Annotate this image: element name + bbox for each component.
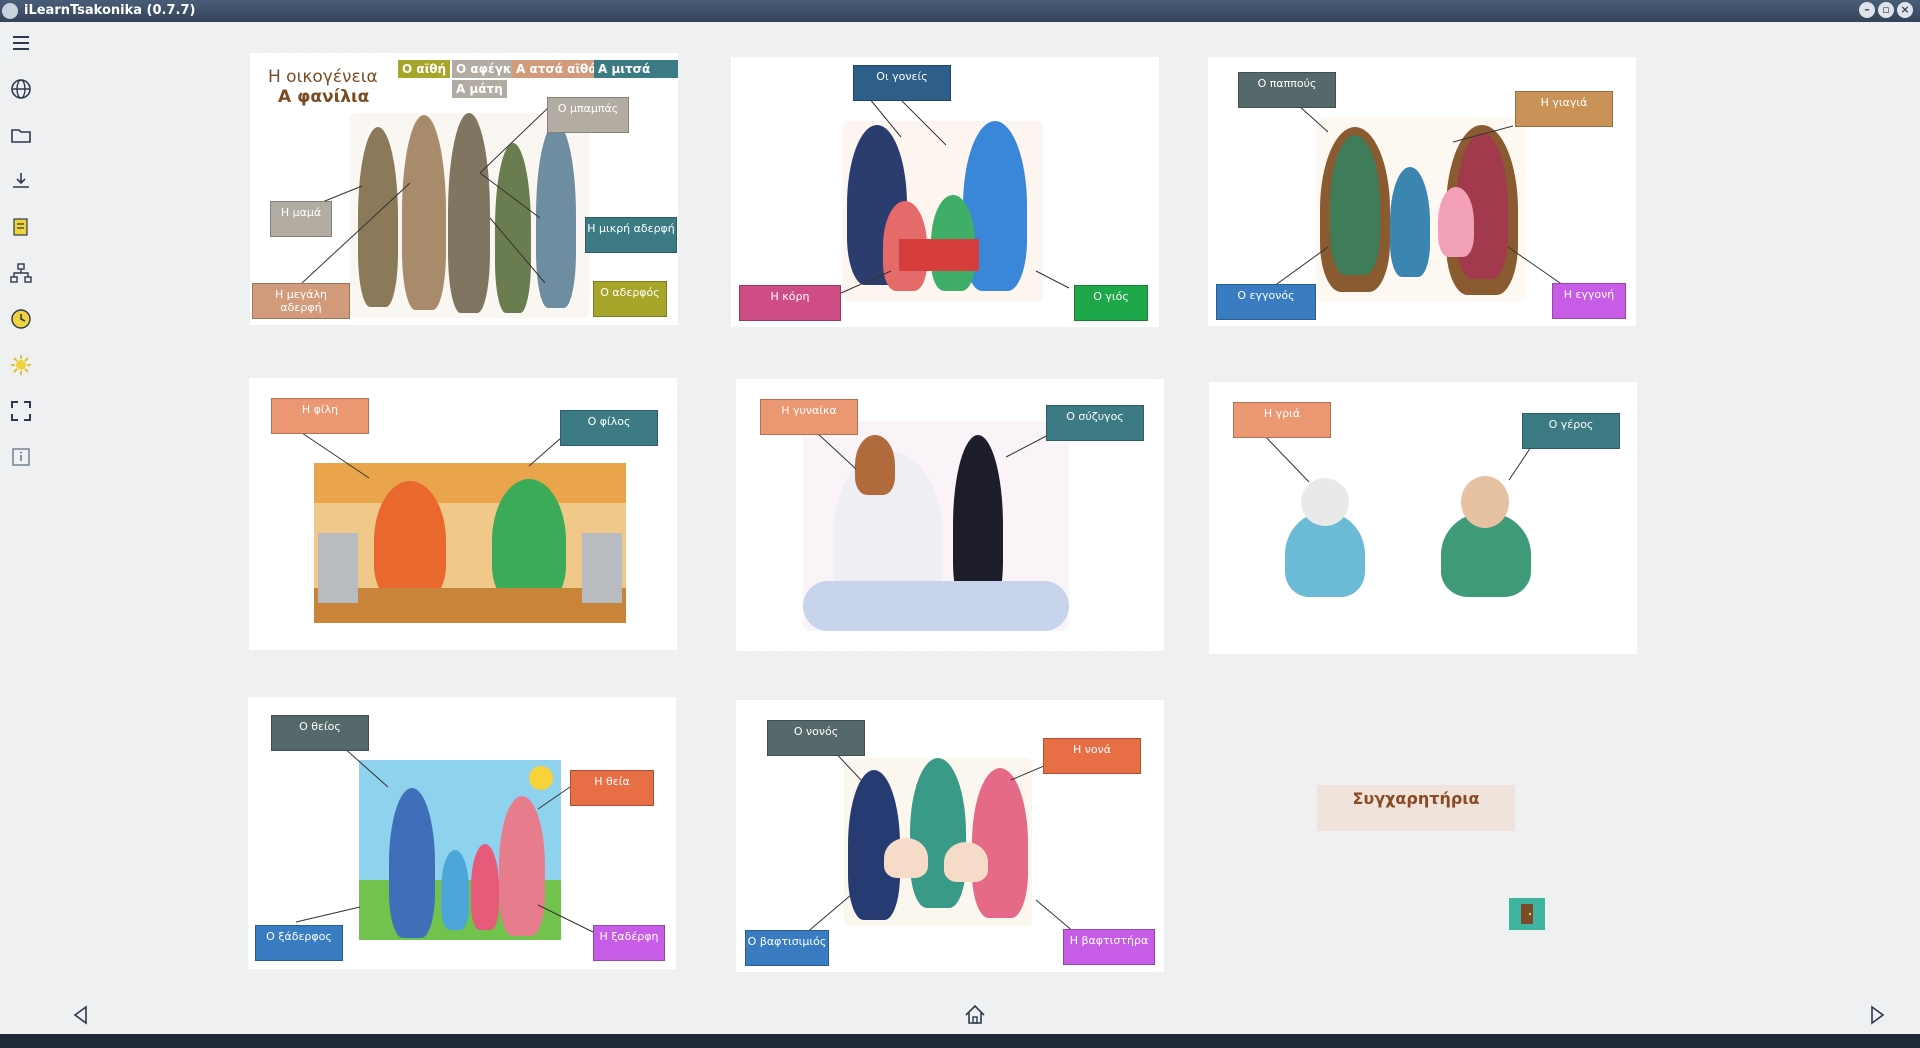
label-granddaughter[interactable]: Η εγγονή xyxy=(1552,283,1626,319)
brightness-icon[interactable] xyxy=(8,352,34,378)
label-brother[interactable]: Ο αδερφός xyxy=(593,281,667,317)
label-father[interactable]: Ο μπαμπάς xyxy=(547,97,629,133)
card-family[interactable]: Η οικογένεια Α φανίλια Ο αϊθή Ο αφέγκη Α… xyxy=(250,53,678,325)
label-son[interactable]: Ο γιός xyxy=(1074,285,1148,321)
taskbar xyxy=(0,1034,1920,1048)
label-goddaughter[interactable]: Η βαφτιστήρα xyxy=(1063,929,1155,965)
label-old-woman[interactable]: Η γριά xyxy=(1233,402,1331,438)
fullscreen-icon[interactable] xyxy=(8,398,34,424)
label-parents[interactable]: Οι γονείς xyxy=(853,65,951,101)
label-cousin-female[interactable]: Η ξαδέρφη xyxy=(593,925,665,961)
sidebar xyxy=(0,22,42,1034)
grandparents-illustration xyxy=(1316,117,1526,302)
label-godson[interactable]: Ο βαφτισιμιός xyxy=(745,930,829,966)
next-page-button[interactable] xyxy=(1862,1000,1892,1030)
app-logo-icon xyxy=(2,3,18,19)
label-grandmother[interactable]: Η γιαγιά xyxy=(1515,91,1613,127)
edit-note-icon[interactable] xyxy=(8,214,34,240)
clock-icon[interactable] xyxy=(8,306,34,332)
label-uncle[interactable]: Ο θείος xyxy=(271,715,369,751)
chip-4: Α μιτσά αϊθά xyxy=(594,60,678,94)
family-illustration xyxy=(350,113,590,318)
baptism-illustration xyxy=(844,758,1032,926)
parents-illustration xyxy=(843,121,1043,301)
label-aunt[interactable]: Η θεία xyxy=(570,770,654,806)
download-icon[interactable] xyxy=(8,168,34,194)
label-little-sister[interactable]: Η μικρή αδερφή xyxy=(585,217,677,253)
label-godfather[interactable]: Ο νονός xyxy=(767,720,865,756)
chip-1: Ο αϊθή xyxy=(398,60,451,78)
label-godmother[interactable]: Η νονά xyxy=(1043,738,1141,774)
family-title: Η οικογένεια xyxy=(268,67,378,87)
label-girlfriend[interactable]: Η φίλη xyxy=(271,398,369,434)
label-husband[interactable]: Ο σύζυγος xyxy=(1046,405,1144,441)
card-baptism[interactable]: Ο νονός Η νονά Ο βαφτισιμιός Η βαφτιστήρ… xyxy=(736,700,1164,972)
menu-icon[interactable] xyxy=(8,30,34,56)
card-grandparents[interactable]: Ο παππούς Η γιαγιά Ο εγγονός Η εγγονή xyxy=(1208,57,1636,326)
old-woman-illustration xyxy=(1257,472,1387,602)
exit-door-button[interactable] xyxy=(1509,898,1545,930)
label-grandfather[interactable]: Ο παππούς xyxy=(1238,72,1336,108)
label-old-man[interactable]: Ο γέρος xyxy=(1522,413,1620,449)
label-wife[interactable]: Η γυναίκα xyxy=(760,399,858,435)
globe-icon[interactable] xyxy=(8,76,34,102)
window-title: iLearnTsakonika (0.7.7) xyxy=(24,3,196,18)
old-man-illustration xyxy=(1431,472,1541,602)
chip-3: Α ατσά αϊθά xyxy=(512,60,601,78)
previous-page-button[interactable] xyxy=(66,1000,96,1030)
label-grandson[interactable]: Ο εγγονός xyxy=(1216,284,1316,320)
maximize-icon[interactable]: ▫ xyxy=(1878,2,1894,18)
door-icon xyxy=(1521,904,1533,924)
label-big-sister[interactable]: Η μεγάλη αδερφή xyxy=(252,283,350,319)
window-titlebar: iLearnTsakonika (0.7.7) – ▫ × xyxy=(0,0,1920,22)
label-cousin-male[interactable]: Ο ξάδερφος xyxy=(255,925,343,961)
label-daughter[interactable]: Η κόρη xyxy=(739,285,841,321)
card-uncle[interactable]: Ο θείος Η θεία Ο ξάδερφος Η ξαδέρφη xyxy=(248,697,676,969)
uncle-illustration xyxy=(359,760,561,940)
card-wedding[interactable]: Η γυναίκα Ο σύζυγος xyxy=(736,379,1164,651)
home-button[interactable] xyxy=(960,1000,990,1030)
friends-illustration xyxy=(314,463,626,623)
info-icon[interactable] xyxy=(8,444,34,470)
label-mother[interactable]: Η μαμά xyxy=(270,201,332,237)
label-boyfriend[interactable]: Ο φίλος xyxy=(560,410,658,446)
wedding-illustration xyxy=(803,421,1069,631)
minimize-icon[interactable]: – xyxy=(1859,2,1875,18)
congrats-banner: Συγχαρητήρια xyxy=(1317,785,1515,831)
hierarchy-icon[interactable] xyxy=(8,260,34,286)
close-icon[interactable]: × xyxy=(1897,2,1913,18)
folder-icon[interactable] xyxy=(8,122,34,148)
chip-5: Α μάτη xyxy=(452,80,507,98)
card-parents[interactable]: Οι γονείς Η κόρη Ο γιός xyxy=(731,57,1159,327)
card-elders[interactable]: Η γριά Ο γέρος xyxy=(1209,382,1637,654)
card-friends[interactable]: Η φίλη Ο φίλος xyxy=(249,378,677,650)
family-subtitle: Α φανίλια xyxy=(278,87,370,107)
